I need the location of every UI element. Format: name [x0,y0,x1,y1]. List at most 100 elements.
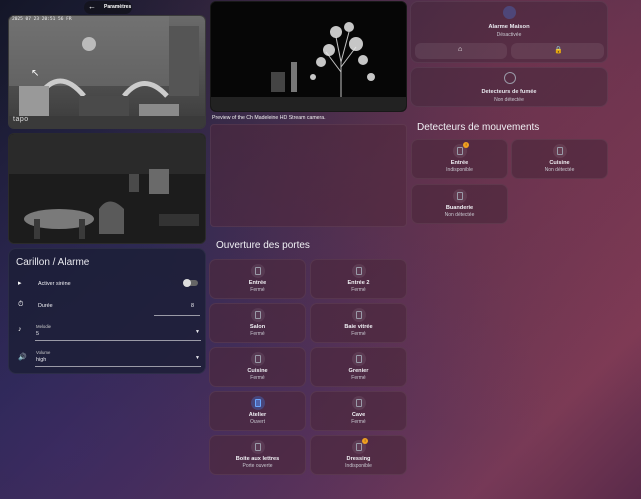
warning-badge: ! [362,438,368,444]
door-state: Fermé [250,331,265,337]
motion-sensor-icon [552,144,567,158]
alarm-card[interactable]: Alarme Maison Désactivée ⌂ 🔒 [410,1,608,63]
door-icon [351,308,366,322]
motion-section-title: Detecteurs de mouvements [417,122,540,133]
door-name: Baie vitrée [344,324,373,330]
volume-value: high [36,357,47,363]
door-state: Fermé [250,287,265,293]
motion-state: Non détectée [544,167,575,173]
door-tile-grenier[interactable]: Grenier Fermé [310,347,407,387]
camera-garden-image [211,2,406,111]
volume-label: Volume [36,350,51,355]
door-tile-entree-2[interactable]: Entrée 2 Fermé [310,259,407,299]
door-tile-boite-aux-lettres[interactable]: Boite aux lettres Porte ouverte [209,435,306,475]
door-state: Fermé [351,287,366,293]
siren-label: Activer sirène [38,281,71,287]
door-state: Ouvert [249,419,265,425]
camera-timestamp: 2025 07 23 20:51 56 FR [12,17,72,22]
melody-select[interactable]: Melodie 5 ▼ [35,323,201,341]
shield-icon [503,6,516,19]
motion-tile-cuisine[interactable]: Cuisine Non détectée [511,139,608,179]
duration-label: Durée [38,303,53,309]
door-tile-baie-vitree[interactable]: Baie vitrée Fermé [310,303,407,343]
tapo-logo: tapo [13,116,29,123]
door-tile-atelier[interactable]: Atelier Ouvert [209,391,306,431]
lock-icon: 🔒 [554,47,563,54]
settings-label: Paramètres [104,4,132,10]
door-state: Porte ouverte [242,463,273,469]
siren-toggle[interactable] [183,279,198,287]
melody-value: 5 [36,331,39,337]
preview-panel [210,124,407,227]
alarm-home-button[interactable]: ⌂ [415,43,507,59]
camera-feed-playroom[interactable]: 2025 07 23 20:51 56 FR tapo ↖ [8,15,206,129]
door-icon [351,396,366,410]
warning-badge: ! [463,142,469,148]
door-icon [250,352,265,366]
mailbox-icon [250,440,265,454]
motion-name: Buanderie [445,205,474,211]
door-tile-salon[interactable]: Salon Fermé [209,303,306,343]
motion-name: Cuisine [549,160,570,166]
camera-feed-dining[interactable] [8,133,206,244]
settings-back-button[interactable]: ← Paramètres [84,1,132,14]
smoke-state: Non détectée [494,97,524,103]
door-tile-entree[interactable]: Entrée Fermé [209,259,306,299]
door-icon [250,308,265,322]
doors-section-title: Ouverture des portes [216,240,310,251]
door-state: Fermé [351,375,366,381]
mouse-cursor-icon: ↖ [31,68,40,79]
melody-underline [35,340,201,341]
door-icon [351,352,366,366]
motion-name: Entrée [450,160,469,166]
smoke-icon [504,72,516,84]
alarm-state: Désactivée [496,32,522,38]
chime-card: Carillon / Alarme ▸ Activer sirène ⏱ Dur… [8,248,206,374]
camera-feed-garden[interactable] [210,1,407,112]
volume-icon: 🔊 [18,354,27,361]
motion-tile-buanderie[interactable]: Buanderie Non détectée [411,184,508,224]
music-note-icon: ♪ [18,326,22,333]
duration-value: 8 [191,303,194,309]
door-name: Dressing [346,456,371,462]
home-icon: ⌂ [458,46,463,53]
door-state: Fermé [250,375,265,381]
door-state: Fermé [351,331,366,337]
door-name: Salon [249,324,266,330]
camera-dining-image [9,134,205,243]
motion-tile-entree[interactable]: ! Entrée Indisponible [411,139,508,179]
alarm-name: Alarme Maison [488,24,530,30]
arrow-left-icon: ← [88,2,96,11]
alarm-lock-button[interactable]: 🔒 [511,43,604,59]
door-name: Cave [351,412,366,418]
volume-select[interactable]: Volume high ▼ [35,349,201,367]
door-name: Grenier [348,368,369,374]
door-tile-cuisine[interactable]: Cuisine Fermé [209,347,306,387]
chevron-down-icon: ▼ [195,329,200,335]
motion-sensor-icon [452,189,467,203]
volume-underline [35,366,201,367]
door-name: Entrée 2 [347,280,370,286]
megaphone-icon: ▸ [18,280,22,287]
door-name: Boite aux lettres [235,456,280,462]
door-state: Indisponible [345,463,372,469]
smoke-detector-card[interactable]: Detecteurs de fumée Non détectée [410,67,608,107]
chime-title: Carillon / Alarme [16,257,90,268]
door-open-icon [250,396,265,410]
motion-state: Indisponible [446,167,473,173]
door-icon [351,264,366,278]
toggle-knob [183,279,191,287]
door-name: Cuisine [247,368,268,374]
motion-state: Non détectée [444,212,475,218]
door-name: Entrée [248,280,267,286]
timer-icon: ⏱ [18,301,24,308]
caption-text: Preview of the Ch Madeleine HD Stream ca… [212,115,326,121]
door-tile-cave[interactable]: Cave Fermé [310,391,407,431]
door-tile-dressing[interactable]: ! Dressing Indisponible [310,435,407,475]
melody-label: Melodie [36,324,52,329]
door-icon [250,264,265,278]
door-name: Atelier [248,412,267,418]
smoke-name: Detecteurs de fumée [481,89,537,95]
duration-slider[interactable] [154,315,200,316]
chevron-down-icon: ▼ [195,355,200,361]
